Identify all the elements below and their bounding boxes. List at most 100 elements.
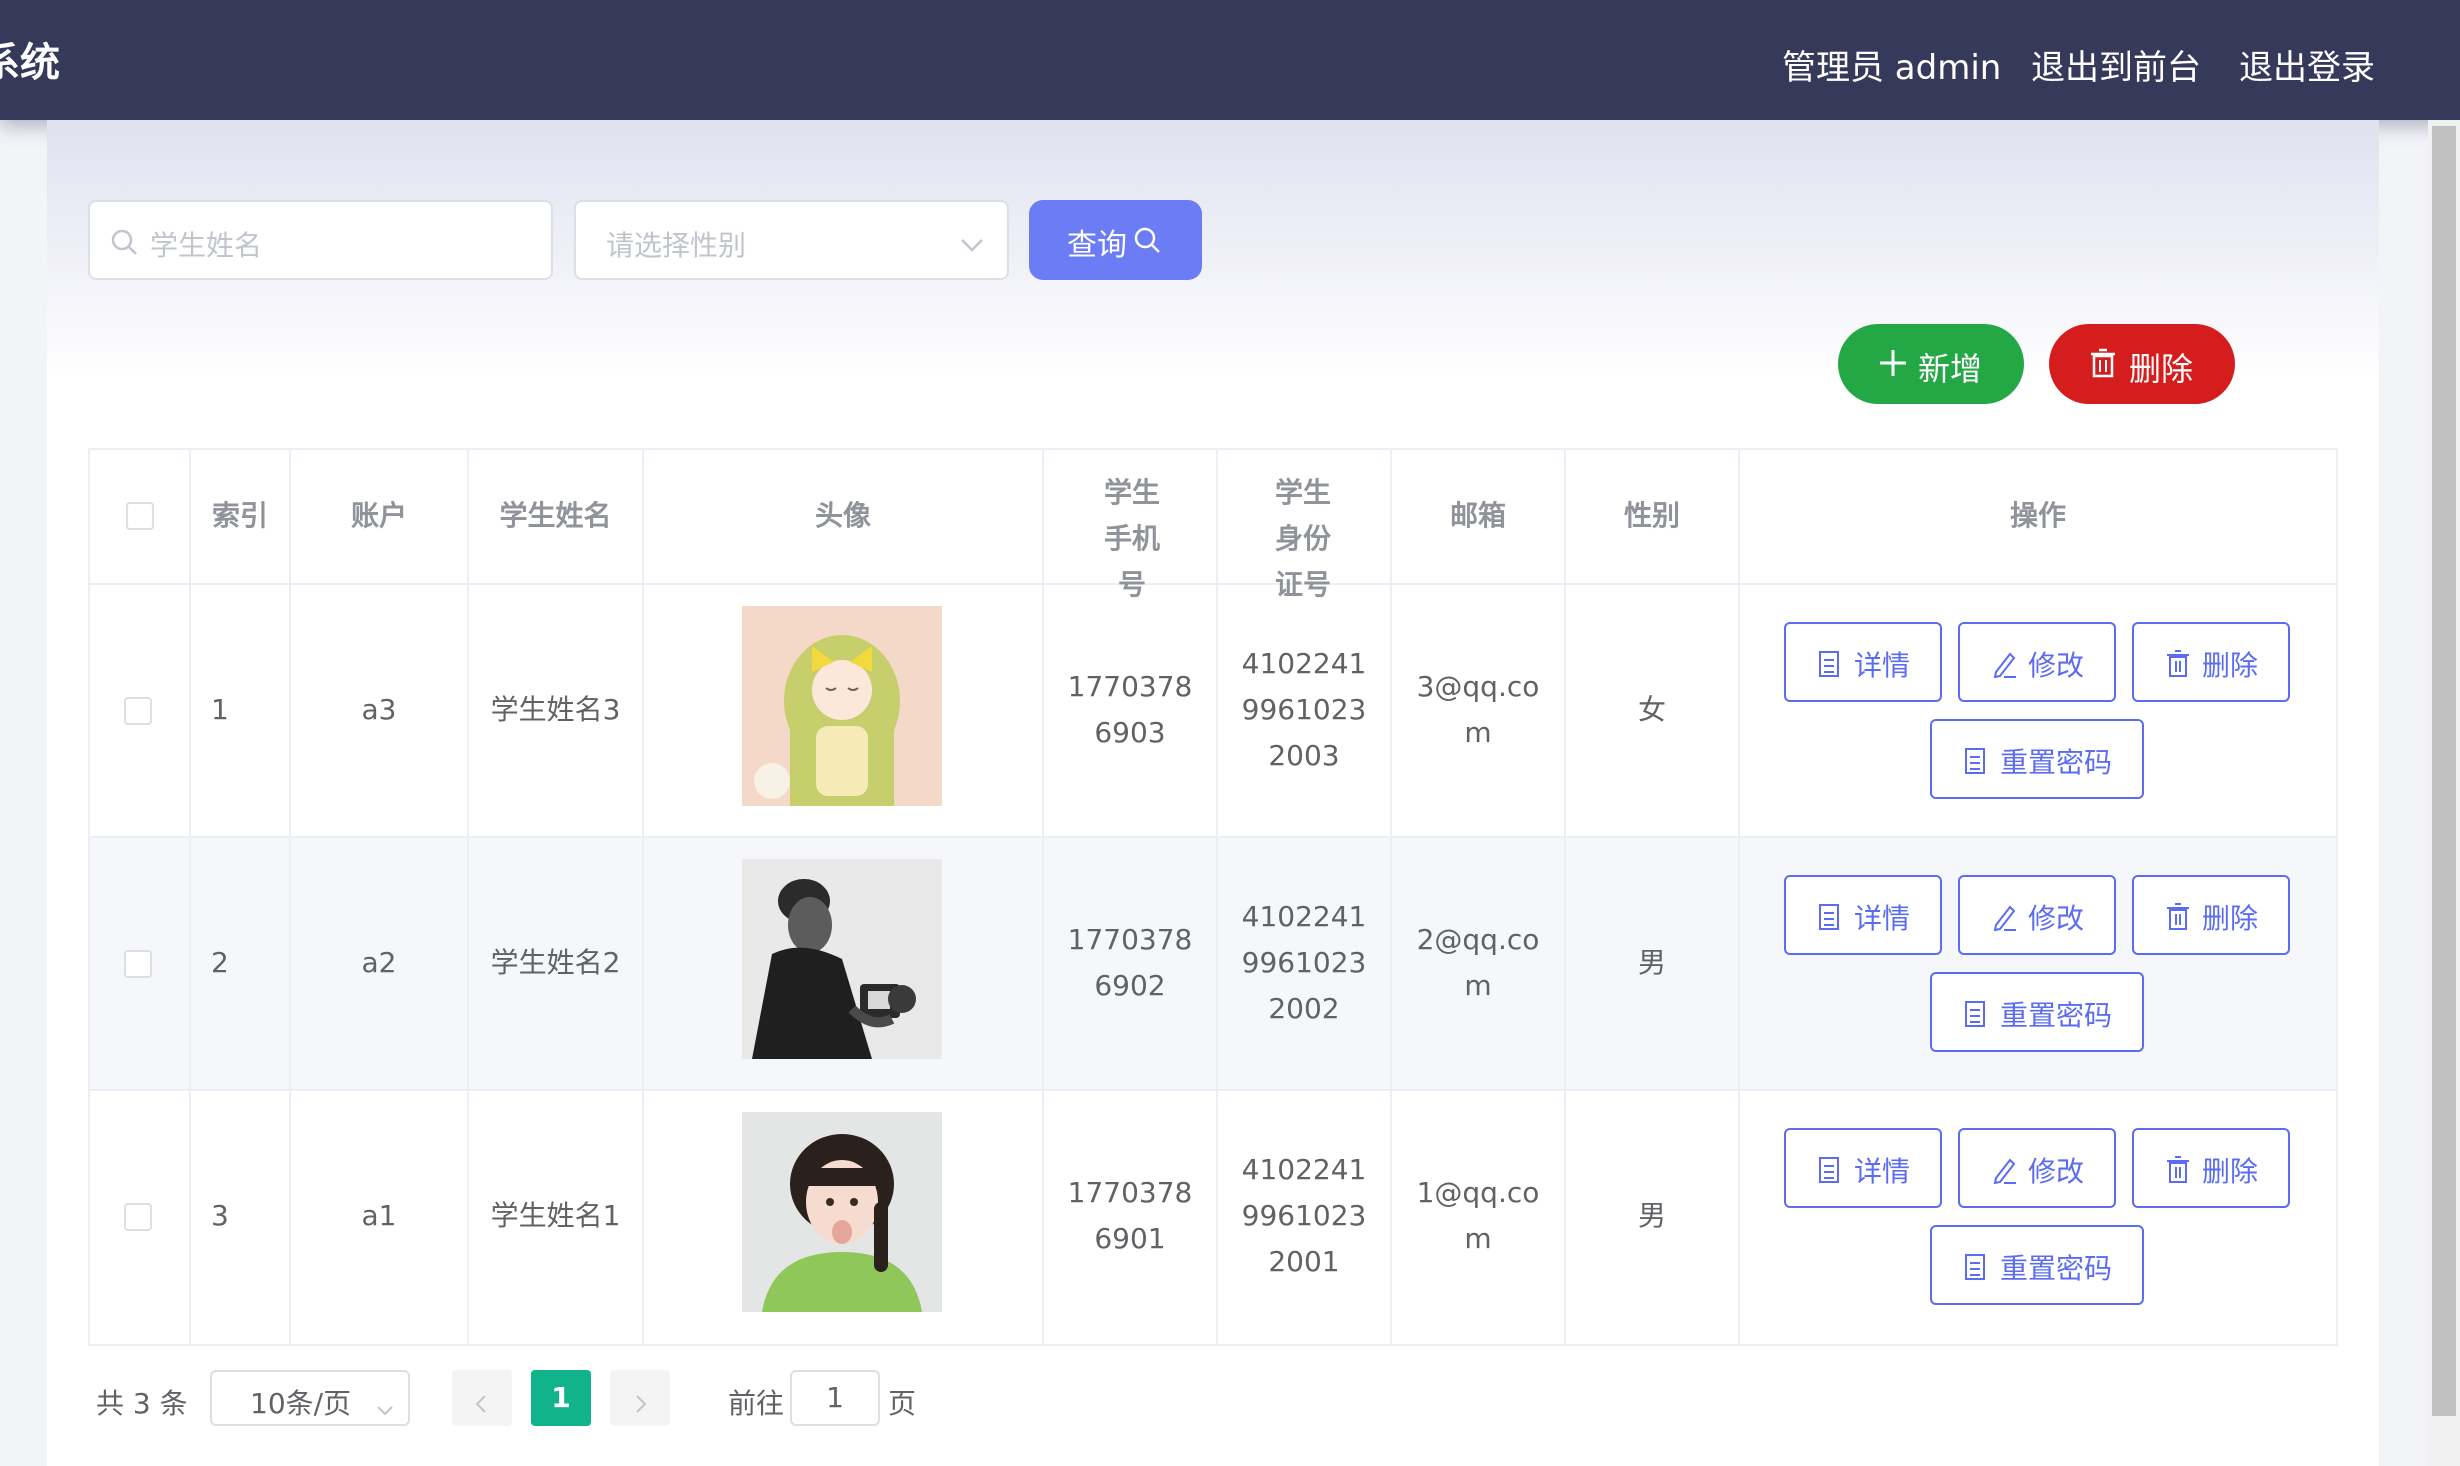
admin-user-label: 管理员 admin	[1782, 48, 2002, 88]
search-button[interactable]: 查询	[1029, 200, 1202, 280]
logout-link[interactable]: 退出登录	[2239, 40, 2375, 89]
delete-button[interactable]: 删除	[2132, 875, 2290, 955]
bulk-delete-button[interactable]: 删除	[2049, 324, 2235, 404]
row-phone: 17703786901	[1067, 1176, 1193, 1255]
trash-icon	[2166, 650, 2190, 685]
row-account: a2	[361, 946, 397, 979]
header-email[interactable]: 邮箱	[1392, 493, 1564, 539]
pencil-icon	[1992, 1156, 2018, 1191]
row-id-number: 410224199610232001	[1241, 1153, 1367, 1278]
row-id-number: 410224199610232002	[1241, 900, 1367, 1025]
edit-label: 修改	[2028, 902, 2085, 935]
header-avatar[interactable]: 头像	[644, 493, 1042, 539]
search-placeholder: 学生姓名	[150, 229, 263, 262]
scrollbar-thumb[interactable]	[2432, 126, 2456, 1416]
edit-label: 修改	[2028, 649, 2085, 682]
goto-suffix: 页	[888, 1387, 917, 1420]
search-icon	[1133, 226, 1161, 262]
row-gender: 男	[1637, 1199, 1666, 1232]
document-icon	[1818, 650, 1840, 685]
reset-password-button[interactable]: 重置密码	[1930, 1225, 2144, 1305]
row-checkbox[interactable]	[124, 697, 152, 725]
top-navbar: 系统 管理员 admin 退出到前台 退出登录	[0, 0, 2460, 120]
row-account: a1	[361, 1199, 397, 1232]
detail-button[interactable]: 详情	[1784, 875, 1942, 955]
row-gender: 女	[1637, 693, 1666, 726]
row-phone: 17703786903	[1067, 670, 1193, 749]
select-all-checkbox[interactable]	[126, 502, 154, 530]
edit-label: 修改	[2028, 1155, 2085, 1188]
chevron-down-icon	[376, 1392, 394, 1425]
add-button[interactable]: 新增	[1838, 324, 2024, 404]
delete-label: 删除	[2202, 1155, 2259, 1188]
row-student-name: 学生姓名3	[490, 693, 621, 726]
edit-button[interactable]: 修改	[1958, 622, 2116, 702]
gender-select[interactable]: 请选择性别	[574, 200, 1009, 280]
detail-button[interactable]: 详情	[1784, 622, 1942, 702]
header-student-name[interactable]: 学生姓名	[469, 493, 642, 539]
row-index: 1	[211, 693, 229, 726]
delete-button[interactable]: 删除	[2132, 1128, 2290, 1208]
chevron-right-icon	[634, 1388, 648, 1421]
reset-password-button[interactable]: 重置密码	[1930, 972, 2144, 1052]
header-actions[interactable]: 操作	[1740, 493, 2336, 539]
back-to-front-link[interactable]: 退出到前台	[2031, 40, 2201, 89]
row-email: 3@qq.com	[1416, 670, 1540, 749]
page-size-select[interactable]: 10条/页	[210, 1370, 410, 1426]
header-account[interactable]: 账户	[291, 493, 467, 539]
student-avatar-image[interactable]	[742, 1112, 942, 1312]
total-count: 共 3 条	[96, 1387, 188, 1420]
next-page-button[interactable]	[610, 1370, 670, 1426]
row-phone: 17703786902	[1067, 923, 1193, 1002]
bulk-delete-label: 删除	[2129, 350, 2194, 388]
row-email: 1@qq.com	[1416, 1176, 1540, 1255]
student-table: 索引 账户 学生姓名 头像 学生手机号 学生身份证号 邮箱 性别 操作 1 a3…	[88, 448, 2338, 1346]
document-icon	[1818, 903, 1840, 938]
page-1-button[interactable]: 1	[531, 1370, 591, 1426]
reset-password-button[interactable]: 重置密码	[1930, 719, 2144, 799]
pagination: 共 3 条 10条/页 1 前往 1 页	[88, 1370, 1088, 1430]
delete-button[interactable]: 删除	[2132, 622, 2290, 702]
detail-label: 详情	[1854, 902, 1911, 935]
goto-page-input[interactable]: 1	[790, 1370, 880, 1426]
chevron-down-icon	[959, 230, 985, 263]
goto-prefix: 前往	[728, 1387, 785, 1420]
header-id-number[interactable]: 学生身份证号	[1263, 470, 1343, 608]
gender-placeholder: 请选择性别	[606, 229, 747, 262]
document-icon	[1818, 1156, 1840, 1191]
row-student-name: 学生姓名1	[490, 1199, 621, 1232]
row-gender: 男	[1637, 946, 1666, 979]
document-icon	[1964, 747, 1986, 782]
reset-password-label: 重置密码	[2000, 999, 2113, 1032]
edit-button[interactable]: 修改	[1958, 875, 2116, 955]
page-size-value: 10条/页	[250, 1387, 352, 1420]
edit-button[interactable]: 修改	[1958, 1128, 2116, 1208]
row-index: 2	[211, 946, 229, 979]
student-avatar-image[interactable]	[742, 859, 942, 1059]
pencil-icon	[1992, 903, 2018, 938]
search-button-label: 查询	[1067, 228, 1127, 263]
header-gender[interactable]: 性别	[1566, 493, 1738, 539]
student-name-search-input[interactable]: 学生姓名	[88, 200, 553, 280]
plus-icon	[1878, 348, 1908, 386]
reset-password-label: 重置密码	[2000, 1252, 2113, 1285]
reset-password-label: 重置密码	[2000, 746, 2113, 779]
header-phone[interactable]: 学生手机号	[1092, 470, 1172, 608]
detail-button[interactable]: 详情	[1784, 1128, 1942, 1208]
student-avatar-image[interactable]	[742, 606, 942, 806]
detail-label: 详情	[1854, 1155, 1911, 1188]
system-title: 系统	[0, 40, 60, 86]
search-icon	[110, 228, 138, 263]
row-checkbox[interactable]	[124, 950, 152, 978]
header-index[interactable]: 索引	[191, 493, 289, 539]
delete-label: 删除	[2202, 649, 2259, 682]
detail-label: 详情	[1854, 649, 1911, 682]
row-email: 2@qq.com	[1416, 923, 1540, 1002]
prev-page-button[interactable]	[452, 1370, 512, 1426]
row-student-name: 学生姓名2	[490, 946, 621, 979]
row-id-number: 410224199610232003	[1241, 647, 1367, 772]
trash-icon	[2089, 348, 2117, 386]
pencil-icon	[1992, 650, 2018, 685]
row-account: a3	[361, 693, 397, 726]
row-checkbox[interactable]	[124, 1203, 152, 1231]
